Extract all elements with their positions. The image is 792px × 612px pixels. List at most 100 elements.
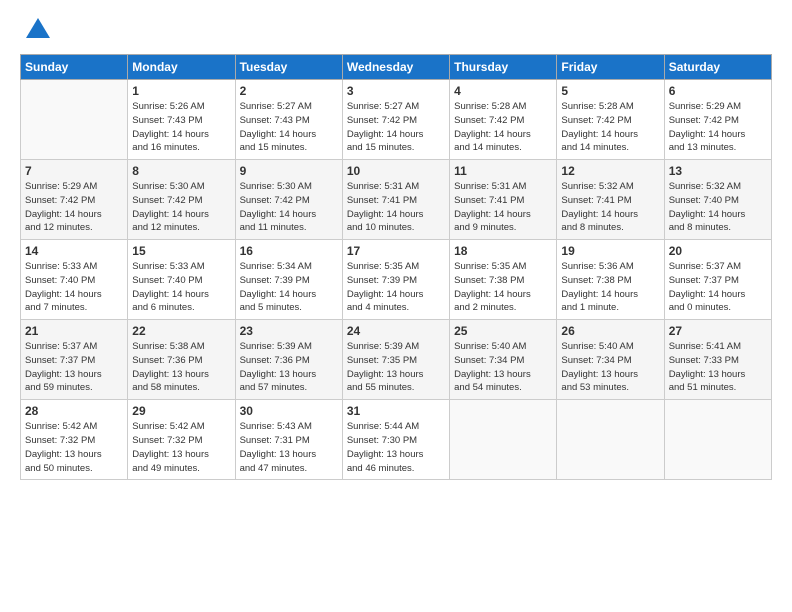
calendar-table: SundayMondayTuesdayWednesdayThursdayFrid… (20, 54, 772, 480)
day-info: Sunrise: 5:26 AM Sunset: 7:43 PM Dayligh… (132, 100, 230, 155)
day-number: 1 (132, 84, 230, 98)
calendar-cell: 27 Sunrise: 5:41 AM Sunset: 7:33 PM Dayli… (664, 320, 771, 400)
day-info: Sunrise: 5:32 AM Sunset: 7:41 PM Dayligh… (561, 180, 659, 235)
calendar-cell: 14 Sunrise: 5:33 AM Sunset: 7:40 PM Dayli… (21, 240, 128, 320)
week-row-5: 28 Sunrise: 5:42 AM Sunset: 7:32 PM Dayli… (21, 400, 772, 480)
calendar-cell: 26 Sunrise: 5:40 AM Sunset: 7:34 PM Dayli… (557, 320, 664, 400)
day-number: 13 (669, 164, 767, 178)
day-info: Sunrise: 5:40 AM Sunset: 7:34 PM Dayligh… (454, 340, 552, 395)
day-info: Sunrise: 5:27 AM Sunset: 7:43 PM Dayligh… (240, 100, 338, 155)
calendar-cell: 23 Sunrise: 5:39 AM Sunset: 7:36 PM Dayli… (235, 320, 342, 400)
week-row-3: 14 Sunrise: 5:33 AM Sunset: 7:40 PM Dayli… (21, 240, 772, 320)
day-info: Sunrise: 5:43 AM Sunset: 7:31 PM Dayligh… (240, 420, 338, 475)
day-number: 15 (132, 244, 230, 258)
calendar-cell: 29Sunrise: 5:42 AM Sunset: 7:32 PM Dayli… (128, 400, 235, 480)
calendar-cell: 20 Sunrise: 5:37 AM Sunset: 7:37 PM Dayli… (664, 240, 771, 320)
day-number: 8 (132, 164, 230, 178)
calendar-cell: 10 Sunrise: 5:31 AM Sunset: 7:41 PM Dayli… (342, 160, 449, 240)
day-number: 4 (454, 84, 552, 98)
day-info: Sunrise: 5:33 AM Sunset: 7:40 PM Dayligh… (132, 260, 230, 315)
day-number: 26 (561, 324, 659, 338)
calendar-cell: 16 Sunrise: 5:34 AM Sunset: 7:39 PM Dayli… (235, 240, 342, 320)
calendar-cell: 15 Sunrise: 5:33 AM Sunset: 7:40 PM Dayli… (128, 240, 235, 320)
calendar-cell: 18 Sunrise: 5:35 AM Sunset: 7:38 PM Dayli… (450, 240, 557, 320)
day-number: 21 (25, 324, 123, 338)
day-info: Sunrise: 5:33 AM Sunset: 7:40 PM Dayligh… (25, 260, 123, 315)
calendar-cell: 17 Sunrise: 5:35 AM Sunset: 7:39 PM Dayli… (342, 240, 449, 320)
day-number: 19 (561, 244, 659, 258)
week-row-1: 1 Sunrise: 5:26 AM Sunset: 7:43 PM Daylig… (21, 80, 772, 160)
day-number: 24 (347, 324, 445, 338)
page: SundayMondayTuesdayWednesdayThursdayFrid… (0, 0, 792, 612)
day-number: 22 (132, 324, 230, 338)
day-number: 29 (132, 404, 230, 418)
day-number: 30 (240, 404, 338, 418)
day-info: Sunrise: 5:28 AM Sunset: 7:42 PM Dayligh… (454, 100, 552, 155)
day-number: 28 (25, 404, 123, 418)
calendar-cell: 8 Sunrise: 5:30 AM Sunset: 7:42 PM Daylig… (128, 160, 235, 240)
calendar-cell: 31 Sunrise: 5:44 AM Sunset: 7:30 PM Dayli… (342, 400, 449, 480)
day-info: Sunrise: 5:39 AM Sunset: 7:35 PM Dayligh… (347, 340, 445, 395)
day-number: 18 (454, 244, 552, 258)
day-number: 25 (454, 324, 552, 338)
calendar-cell (664, 400, 771, 480)
day-header-monday: Monday (128, 55, 235, 80)
day-number: 23 (240, 324, 338, 338)
day-info: Sunrise: 5:44 AM Sunset: 7:30 PM Dayligh… (347, 420, 445, 475)
day-number: 14 (25, 244, 123, 258)
day-info: Sunrise: 5:30 AM Sunset: 7:42 PM Dayligh… (132, 180, 230, 235)
calendar-cell: 2Sunrise: 5:27 AM Sunset: 7:43 PM Daylig… (235, 80, 342, 160)
calendar-cell: 30 Sunrise: 5:43 AM Sunset: 7:31 PM Dayli… (235, 400, 342, 480)
day-info: Sunrise: 5:35 AM Sunset: 7:39 PM Dayligh… (347, 260, 445, 315)
day-number: 31 (347, 404, 445, 418)
day-number: 12 (561, 164, 659, 178)
calendar-cell (557, 400, 664, 480)
day-info: Sunrise: 5:40 AM Sunset: 7:34 PM Dayligh… (561, 340, 659, 395)
calendar-cell (450, 400, 557, 480)
day-info: Sunrise: 5:31 AM Sunset: 7:41 PM Dayligh… (454, 180, 552, 235)
day-number: 17 (347, 244, 445, 258)
day-header-thursday: Thursday (450, 55, 557, 80)
calendar-cell: 25 Sunrise: 5:40 AM Sunset: 7:34 PM Dayli… (450, 320, 557, 400)
calendar-cell: 22 Sunrise: 5:38 AM Sunset: 7:36 PM Dayli… (128, 320, 235, 400)
day-info: Sunrise: 5:39 AM Sunset: 7:36 PM Dayligh… (240, 340, 338, 395)
day-info: Sunrise: 5:35 AM Sunset: 7:38 PM Dayligh… (454, 260, 552, 315)
calendar-cell (21, 80, 128, 160)
calendar-cell: 7Sunrise: 5:29 AM Sunset: 7:42 PM Daylig… (21, 160, 128, 240)
day-info: Sunrise: 5:34 AM Sunset: 7:39 PM Dayligh… (240, 260, 338, 315)
header (20, 16, 772, 44)
day-number: 3 (347, 84, 445, 98)
calendar-cell: 6Sunrise: 5:29 AM Sunset: 7:42 PM Daylig… (664, 80, 771, 160)
day-info: Sunrise: 5:37 AM Sunset: 7:37 PM Dayligh… (669, 260, 767, 315)
calendar-cell: 9Sunrise: 5:30 AM Sunset: 7:42 PM Daylig… (235, 160, 342, 240)
day-info: Sunrise: 5:32 AM Sunset: 7:40 PM Dayligh… (669, 180, 767, 235)
day-header-friday: Friday (557, 55, 664, 80)
day-header-tuesday: Tuesday (235, 55, 342, 80)
day-info: Sunrise: 5:31 AM Sunset: 7:41 PM Dayligh… (347, 180, 445, 235)
day-info: Sunrise: 5:37 AM Sunset: 7:37 PM Dayligh… (25, 340, 123, 395)
calendar-cell: 5 Sunrise: 5:28 AM Sunset: 7:42 PM Daylig… (557, 80, 664, 160)
day-info: Sunrise: 5:38 AM Sunset: 7:36 PM Dayligh… (132, 340, 230, 395)
calendar-cell: 21 Sunrise: 5:37 AM Sunset: 7:37 PM Dayli… (21, 320, 128, 400)
day-info: Sunrise: 5:27 AM Sunset: 7:42 PM Dayligh… (347, 100, 445, 155)
day-number: 20 (669, 244, 767, 258)
day-number: 11 (454, 164, 552, 178)
day-number: 27 (669, 324, 767, 338)
calendar-cell: 3 Sunrise: 5:27 AM Sunset: 7:42 PM Daylig… (342, 80, 449, 160)
day-info: Sunrise: 5:41 AM Sunset: 7:33 PM Dayligh… (669, 340, 767, 395)
day-info: Sunrise: 5:42 AM Sunset: 7:32 PM Dayligh… (25, 420, 123, 475)
week-row-2: 7Sunrise: 5:29 AM Sunset: 7:42 PM Daylig… (21, 160, 772, 240)
calendar-cell: 24 Sunrise: 5:39 AM Sunset: 7:35 PM Dayli… (342, 320, 449, 400)
calendar-cell: 12 Sunrise: 5:32 AM Sunset: 7:41 PM Dayli… (557, 160, 664, 240)
day-info: Sunrise: 5:29 AM Sunset: 7:42 PM Dayligh… (669, 100, 767, 155)
day-info: Sunrise: 5:28 AM Sunset: 7:42 PM Dayligh… (561, 100, 659, 155)
day-header-wednesday: Wednesday (342, 55, 449, 80)
calendar-cell: 11 Sunrise: 5:31 AM Sunset: 7:41 PM Dayli… (450, 160, 557, 240)
calendar-cell: 28 Sunrise: 5:42 AM Sunset: 7:32 PM Dayli… (21, 400, 128, 480)
day-header-sunday: Sunday (21, 55, 128, 80)
day-number: 5 (561, 84, 659, 98)
day-number: 10 (347, 164, 445, 178)
header-row: SundayMondayTuesdayWednesdayThursdayFrid… (21, 55, 772, 80)
day-number: 9 (240, 164, 338, 178)
day-number: 16 (240, 244, 338, 258)
